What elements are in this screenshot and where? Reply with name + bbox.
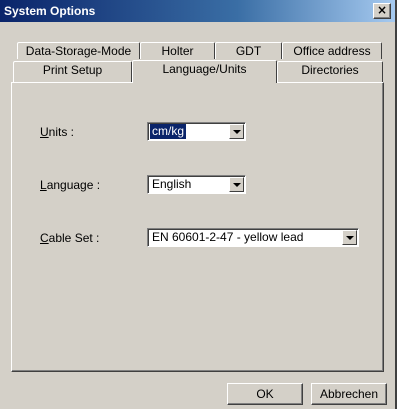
tab-data-storage-mode[interactable]: Data-Storage-Mode bbox=[17, 42, 140, 59]
language-label: Language : bbox=[40, 178, 101, 192]
cancel-button[interactable]: Abbrechen bbox=[311, 383, 387, 405]
tab-print-setup[interactable]: Print Setup bbox=[13, 61, 132, 82]
system-options-window: System Options × Data-Storage-Mode Holte… bbox=[0, 0, 397, 409]
tab-label: Language/Units bbox=[162, 62, 247, 76]
cable-set-select[interactable]: EN 60601-2-47 - yellow lead bbox=[147, 228, 359, 247]
tab-label: Directories bbox=[301, 63, 359, 77]
units-value: cm/kg bbox=[150, 124, 187, 139]
chevron-down-icon[interactable] bbox=[229, 177, 244, 192]
tab-holter[interactable]: Holter bbox=[140, 42, 215, 59]
language-value: English bbox=[152, 177, 192, 191]
title-bar[interactable]: System Options × bbox=[0, 0, 395, 22]
tab-label: Holter bbox=[161, 44, 194, 58]
tab-label: GDT bbox=[235, 44, 262, 58]
ok-button[interactable]: OK bbox=[227, 383, 303, 405]
close-icon: × bbox=[376, 3, 388, 17]
chevron-down-icon[interactable] bbox=[229, 124, 244, 139]
tab-gdt[interactable]: GDT bbox=[215, 42, 282, 59]
cable-set-value: EN 60601-2-47 - yellow lead bbox=[152, 230, 304, 244]
cable-set-label: Cable Set : bbox=[40, 231, 100, 245]
tab-language-units[interactable]: Language/Units bbox=[132, 60, 277, 83]
tab-label: Office address bbox=[293, 44, 371, 58]
language-select[interactable]: English bbox=[147, 175, 246, 194]
tab-label: Print Setup bbox=[42, 63, 103, 77]
language-units-panel: Units : cm/kg Language : English Cable S… bbox=[11, 82, 384, 372]
tab-directories[interactable]: Directories bbox=[277, 61, 383, 82]
units-select[interactable]: cm/kg bbox=[147, 122, 246, 141]
window-title: System Options bbox=[4, 4, 96, 18]
units-label: Units : bbox=[40, 125, 75, 139]
chevron-down-icon[interactable] bbox=[342, 230, 357, 245]
tab-label: Data-Storage-Mode bbox=[25, 44, 132, 58]
tab-office-address[interactable]: Office address bbox=[282, 42, 382, 59]
close-button[interactable]: × bbox=[373, 3, 391, 19]
